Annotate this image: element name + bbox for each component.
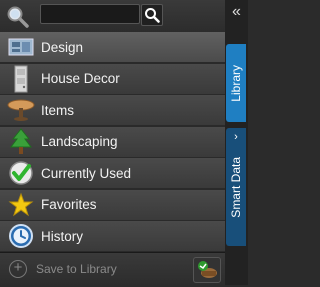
tab-library[interactable]: Library: [226, 44, 246, 122]
category-label: Landscaping: [41, 134, 118, 149]
items-icon: [4, 95, 38, 125]
history-icon: [4, 221, 38, 251]
add-to-library-button[interactable]: [193, 257, 221, 283]
house-decor-icon: [4, 64, 38, 94]
tab-smart-data[interactable]: › Smart Data: [226, 128, 246, 246]
category-label: Design: [41, 39, 84, 55]
currently-used-icon: [4, 158, 38, 188]
category-label: House Decor: [41, 71, 120, 86]
search-bar: [0, 0, 225, 32]
search-input[interactable]: [40, 4, 140, 24]
design-icon: [4, 32, 38, 62]
add-circle-icon[interactable]: +: [9, 260, 27, 278]
library-add-icon: [198, 261, 217, 278]
category-label: Items: [41, 102, 75, 118]
library-panel: Design House Decor Items Landscaping Cur…: [0, 0, 225, 286]
category-item-favorites[interactable]: Favorites: [0, 189, 225, 220]
category-label: History: [41, 228, 84, 244]
category-item-landscaping[interactable]: Landscaping: [0, 126, 225, 157]
favorites-icon: [4, 190, 38, 220]
footer-bar: + Save to Library: [0, 252, 225, 286]
tab-smart-data-label: Smart Data: [229, 156, 243, 218]
search-button[interactable]: [141, 4, 163, 26]
chevron-right-icon: ›: [234, 131, 238, 143]
category-item-history[interactable]: History: [0, 221, 225, 251]
category-item-currently-used[interactable]: Currently Used: [0, 158, 225, 188]
category-list: Design House Decor Items Landscaping Cur…: [0, 32, 225, 253]
magnifier-icon: [6, 5, 30, 29]
search-icon: [145, 8, 160, 23]
save-to-library-button[interactable]: Save to Library: [36, 262, 117, 276]
category-label: Favorites: [41, 197, 97, 212]
category-item-items[interactable]: Items: [0, 95, 225, 125]
tab-library-label: Library: [229, 64, 243, 102]
category-item-design[interactable]: Design: [0, 32, 225, 62]
landscaping-icon: [4, 127, 38, 157]
category-label: Currently Used: [41, 165, 132, 181]
collapse-icon[interactable]: «: [227, 2, 246, 24]
category-item-house-decor[interactable]: House Decor: [0, 63, 225, 94]
side-tab-rail: « Library › Smart Data: [225, 0, 248, 285]
